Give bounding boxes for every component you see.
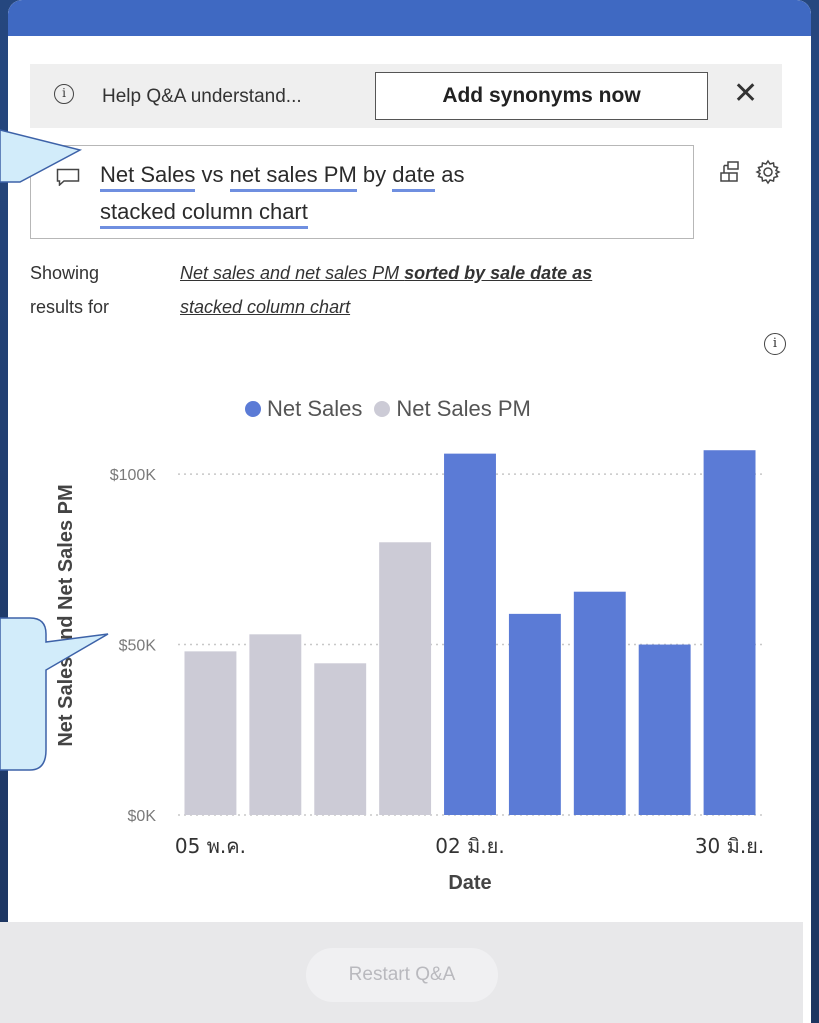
y-tick-label: $50K	[119, 638, 157, 655]
x-axis-title: Date	[448, 872, 491, 894]
y-tick-label: $0K	[128, 808, 157, 825]
x-tick-label: 05 พ.ค.	[175, 834, 246, 858]
bar[interactable]	[379, 542, 432, 815]
bar[interactable]	[703, 450, 756, 815]
bar[interactable]	[638, 644, 691, 815]
bar[interactable]	[184, 651, 237, 815]
bar[interactable]	[444, 453, 496, 815]
bar[interactable]	[508, 613, 561, 815]
callout-top	[0, 129, 83, 183]
bar[interactable]	[573, 591, 626, 815]
restart-qna-button[interactable]: Restart Q&A	[306, 948, 498, 1002]
stacked-column-chart: $0K$50K$100K05 พ.ค. 02 มิ.ย. 30 มิ.ย.DateN…	[55, 450, 764, 894]
panel-footer: Restart Q&A	[0, 922, 803, 1023]
x-tick-label: 30 มิ.ย.	[695, 834, 764, 858]
bar[interactable]	[314, 663, 367, 815]
callout-mid	[0, 617, 109, 771]
x-tick-label: 02 มิ.ย.	[435, 834, 504, 858]
bar[interactable]	[249, 634, 302, 815]
y-tick-label: $100K	[110, 467, 157, 484]
